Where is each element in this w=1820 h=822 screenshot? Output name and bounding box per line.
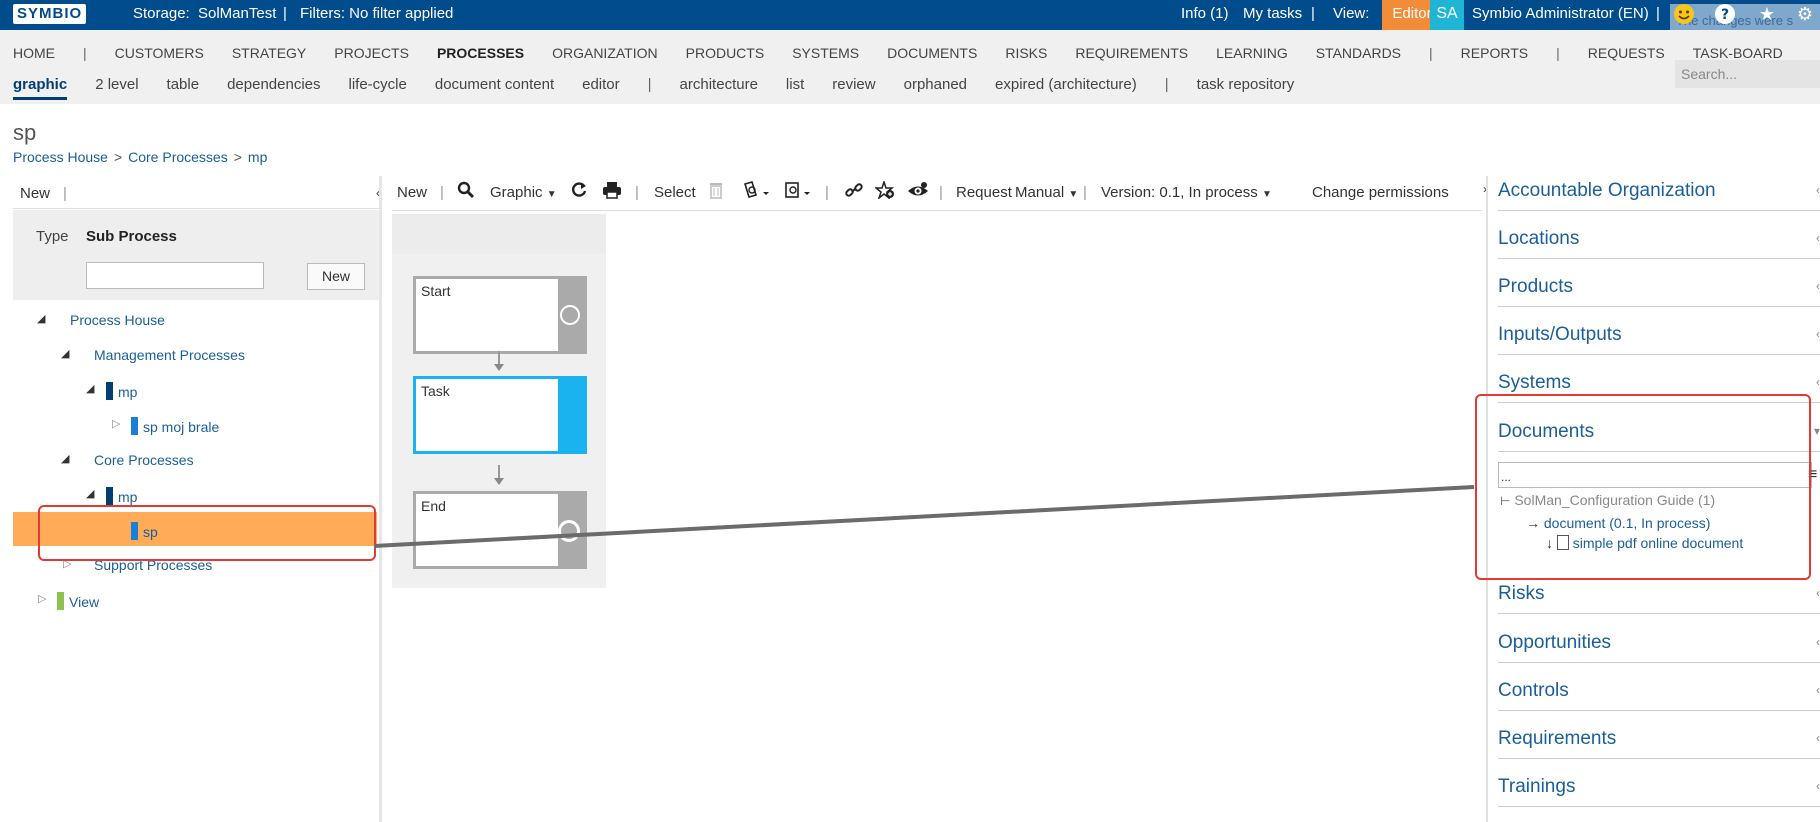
chevron-icon: ‹ [1816, 731, 1820, 745]
section-label: Systems [1498, 372, 1571, 393]
chevron-icon: ‹ [1816, 327, 1820, 341]
section-label: Accountable Organization [1498, 180, 1716, 201]
section-label: Requirements [1498, 728, 1617, 749]
section-inputs-outputs[interactable]: Inputs/Outputs ‹ [1498, 324, 1820, 355]
section-requirements[interactable]: Requirements ‹ [1498, 728, 1820, 759]
section-systems[interactable]: Systems ‹ [1498, 372, 1820, 403]
chevron-icon: ‹ [1816, 635, 1820, 649]
section-label: Risks [1498, 583, 1545, 604]
section-risks[interactable]: Risks ‹ [1498, 583, 1820, 614]
section-controls[interactable]: Controls ‹ [1498, 680, 1820, 711]
section-label: Opportunities [1498, 632, 1612, 653]
chevron-icon: ‹ [1816, 375, 1820, 389]
chevron-icon: ‹ [1816, 586, 1820, 600]
section-label: Locations [1498, 228, 1580, 249]
chevron-icon: ‹ [1816, 279, 1820, 293]
section-label: Controls [1498, 680, 1569, 701]
chevron-icon: ‹ [1816, 683, 1820, 697]
chevron-icon: ‹ [1816, 779, 1820, 793]
chevron-icon: ▾ [1813, 424, 1820, 438]
section-opportunities[interactable]: Opportunities ‹ [1498, 632, 1820, 663]
section-accountable-organization[interactable]: Accountable Organization ‹ [1498, 180, 1820, 211]
section-label: Products [1498, 276, 1573, 297]
chevron-icon: ‹ [1816, 231, 1820, 245]
section-label: Trainings [1498, 776, 1576, 797]
section-locations[interactable]: Locations ‹ [1498, 228, 1820, 259]
section-products[interactable]: Products ‹ [1498, 276, 1820, 307]
section-trainings[interactable]: Trainings ‹ [1498, 776, 1820, 807]
section-label: Inputs/Outputs [1498, 324, 1622, 345]
chevron-icon: ‹ [1816, 183, 1820, 197]
highlight-box-documents [1475, 394, 1811, 580]
